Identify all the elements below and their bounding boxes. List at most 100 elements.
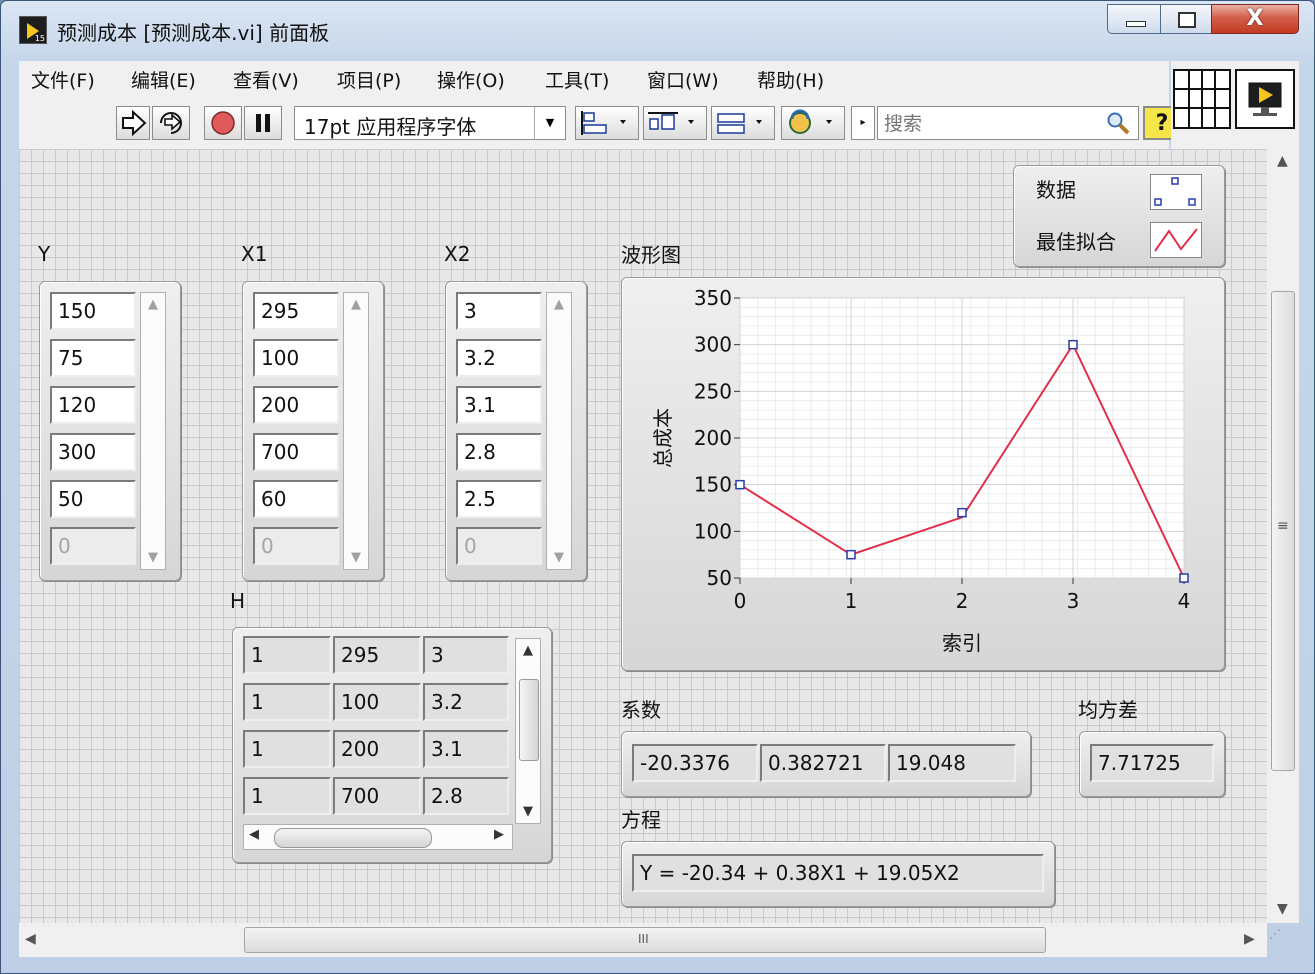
- y-tick-label: 200: [694, 426, 732, 450]
- h-matrix-cell: 1: [243, 683, 331, 721]
- x1-array-element[interactable]: 60: [253, 480, 339, 518]
- resize-objects-icon: [717, 113, 762, 134]
- x2-array-element[interactable]: 3.2: [456, 339, 542, 377]
- window-hscrollbar[interactable]: ◀ III ▶: [19, 923, 1267, 957]
- x1-array-element[interactable]: 700: [253, 433, 339, 471]
- h-matrix: 1 295 3 1 100 3.2 1 200 3.1 1 700 2.8 ▲ ▼ ◀ ▶: [232, 627, 552, 863]
- maximize-button[interactable]: [1160, 4, 1212, 34]
- arrow-up-icon: ▲: [1277, 153, 1288, 169]
- close-icon: X: [1246, 6, 1264, 31]
- legend-line-swatch[interactable]: [1150, 222, 1202, 258]
- arrow-up-icon: ▲: [554, 297, 564, 312]
- search-box[interactable]: [877, 106, 1139, 140]
- align-objects-button[interactable]: [575, 106, 639, 140]
- arrow-left-icon: ◀: [249, 827, 259, 842]
- arrow-right-icon: ▶: [494, 827, 504, 842]
- close-button[interactable]: X: [1211, 4, 1299, 34]
- h-matrix-cell: 700: [333, 777, 421, 815]
- x2-array-element[interactable]: 3: [456, 292, 542, 330]
- x2-array-element[interactable]: 3.1: [456, 386, 542, 424]
- connector-pane-icon[interactable]: [1173, 69, 1231, 129]
- y-array-scrollbar[interactable]: ▲ ▼: [140, 292, 166, 570]
- front-panel: Y 150 75 120 300 50 0 ▲ ▼ X1 295 100 200 700 60 0 ▲…: [19, 149, 1267, 923]
- x2-array-element[interactable]: 2.5: [456, 480, 542, 518]
- title-bar[interactable]: 15 预测成本 [预测成本.vi] 前面板 X: [1, 1, 1314, 59]
- y-array-element[interactable]: 75: [50, 339, 136, 377]
- menu-item-0[interactable]: 文件(F): [31, 66, 95, 93]
- x2-array-element[interactable]: 2.8: [456, 433, 542, 471]
- pause-button[interactable]: [244, 106, 282, 140]
- x1-array-element[interactable]: 100: [253, 339, 339, 377]
- h-matrix-hscrollbar[interactable]: ◀ ▶: [243, 824, 513, 850]
- labview-app-icon: 15: [19, 16, 47, 44]
- data-point: [735, 479, 745, 490]
- y-array-label: Y: [38, 242, 51, 266]
- vi-icon[interactable]: [1235, 69, 1295, 129]
- x-tick-label: 4: [1178, 589, 1191, 613]
- y-array-element[interactable]: 0: [50, 527, 136, 565]
- abort-button[interactable]: [204, 106, 242, 140]
- graph-label: 波形图: [621, 243, 681, 267]
- x2-array-scrollbar[interactable]: ▲ ▼: [546, 292, 572, 570]
- menu-item-7[interactable]: 帮助(H): [757, 66, 824, 93]
- menu-item-1[interactable]: 编辑(E): [131, 66, 196, 93]
- menu-item-2[interactable]: 查看(V): [233, 66, 299, 93]
- h-matrix-cell: 3: [423, 636, 509, 674]
- x1-array-element[interactable]: 295: [253, 292, 339, 330]
- resize-grip-icon[interactable]: ⋰: [1269, 927, 1281, 941]
- font-select-value: 17pt 应用程序字体: [304, 115, 477, 139]
- distribute-objects-icon: [648, 112, 694, 130]
- coefficient-cell: 19.048: [888, 744, 1016, 782]
- run-continuously-button[interactable]: [152, 106, 190, 140]
- menu-item-3[interactable]: 项目(P): [337, 66, 401, 93]
- reorder-button[interactable]: [781, 106, 845, 140]
- run-button[interactable]: [116, 106, 150, 140]
- h-matrix-hscroll-thumb[interactable]: [274, 828, 432, 848]
- search-input[interactable]: [882, 109, 1086, 139]
- arrow-down-icon: ▼: [523, 804, 533, 819]
- x1-array-element[interactable]: 0: [253, 527, 339, 565]
- h-matrix-vscroll-thumb[interactable]: [519, 679, 539, 761]
- mse-label: 均方差: [1078, 698, 1138, 722]
- y-array-element[interactable]: 300: [50, 433, 136, 471]
- data-point: [846, 549, 856, 560]
- window-vscroll-thumb[interactable]: ≡: [1271, 291, 1295, 771]
- distribute-objects-button[interactable]: [643, 106, 707, 140]
- h-matrix-cell: 3.1: [423, 730, 509, 768]
- connector-grid-icon: [1175, 71, 1229, 127]
- minimize-button[interactable]: [1107, 4, 1161, 34]
- y-array-element[interactable]: 150: [50, 292, 136, 330]
- y-array-element[interactable]: 50: [50, 480, 136, 518]
- search-expand-arrow[interactable]: ▸: [851, 106, 875, 140]
- data-point: [1068, 339, 1078, 350]
- plot-legend: 数据 最佳拟合: [1013, 165, 1225, 267]
- x2-array-element[interactable]: 0: [456, 527, 542, 565]
- arrow-up-icon: ▲: [148, 297, 158, 312]
- window-hscroll-thumb[interactable]: III: [244, 927, 1046, 953]
- align-objects-icon: [581, 111, 626, 135]
- equation-value: Y = -20.34 + 0.38X1 + 19.05X2: [632, 854, 1044, 892]
- arrow-down-icon: ▼: [351, 550, 361, 565]
- x2-array-label: X2: [444, 242, 471, 266]
- legend-markers-swatch[interactable]: [1150, 174, 1202, 210]
- h-matrix-cell: 200: [333, 730, 421, 768]
- font-select[interactable]: 17pt 应用程序字体 ▼: [294, 106, 566, 140]
- menu-item-6[interactable]: 窗口(W): [647, 66, 719, 93]
- h-matrix-cell: 1: [243, 730, 331, 768]
- h-matrix-vscrollbar[interactable]: ▲ ▼: [515, 638, 541, 824]
- window-vscrollbar[interactable]: ▲ ≡ ▼: [1267, 149, 1299, 923]
- y-array-element[interactable]: 120: [50, 386, 136, 424]
- grip-icon: ≡: [1277, 518, 1289, 534]
- chevron-down-icon: ▼: [534, 107, 565, 139]
- x1-array-scrollbar[interactable]: ▲ ▼: [343, 292, 369, 570]
- x1-array-element[interactable]: 200: [253, 386, 339, 424]
- arrow-down-icon: ▼: [1277, 901, 1288, 917]
- legend-item-data: 数据: [1036, 178, 1076, 202]
- menu-item-4[interactable]: 操作(O): [437, 66, 505, 93]
- resize-objects-button[interactable]: [711, 106, 775, 140]
- waveform-graph-canvas[interactable]: 50 100 150 200 250 300 350 0 1 2 3 4 索引 总成本: [622, 278, 1226, 672]
- x1-array: 295 100 200 700 60 0 ▲ ▼: [242, 281, 384, 581]
- run-arrow-icon: [122, 109, 147, 137]
- menu-item-5[interactable]: 工具(T): [545, 66, 609, 93]
- reorder-icon: [789, 109, 832, 134]
